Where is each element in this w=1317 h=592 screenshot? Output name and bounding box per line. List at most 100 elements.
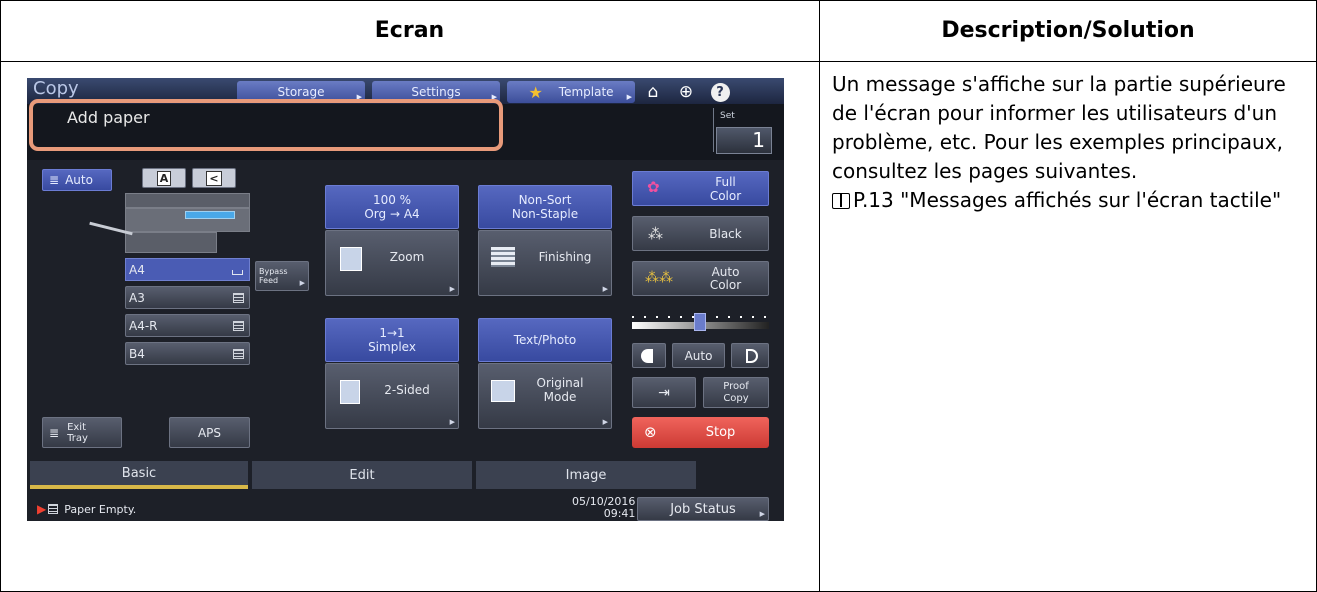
header-screen: Ecran — [374, 18, 445, 43]
paper-stack-icon: ≣ — [49, 173, 60, 187]
stop-icon: ⊗ — [644, 423, 657, 441]
set-count-display[interactable]: 1 — [716, 127, 772, 154]
stop-label: Stop — [705, 425, 736, 440]
exit-tray-icon: ≣ — [49, 425, 60, 440]
two-sided-label: 2-Sided — [384, 383, 430, 397]
full-color-label-1: Full — [715, 174, 736, 189]
interrupt-button[interactable]: ⇥ — [632, 377, 696, 408]
book-icon — [832, 193, 850, 209]
original-portrait-button[interactable]: A — [142, 168, 186, 188]
finishing-button[interactable]: Finishing ▶ — [478, 230, 612, 296]
copier-screen: Copy Storage ▶ Settings ▶ ★ Template ▶ ⌂ ⊕ ?… — [27, 78, 784, 521]
proof-copy-label-2: Copy — [723, 392, 749, 404]
set-label: Set — [720, 111, 735, 121]
tray-a4r[interactable]: A4-R — [125, 314, 250, 337]
finishing-icon — [491, 247, 515, 267]
play-icon: ▶ — [37, 502, 47, 516]
arrow-icon: ▶ — [602, 285, 608, 293]
density-darker-button[interactable] — [731, 343, 769, 368]
original-mode-icon — [491, 380, 515, 402]
two-sided-icon — [340, 380, 360, 404]
interrupt-icon: ⇥ — [658, 384, 670, 401]
description-cell: Un message s'affiche sur la partie supér… — [832, 70, 1302, 215]
app-title: Copy — [33, 78, 79, 99]
table-column-divider — [819, 0, 820, 592]
bypass-label-1: Bypass — [259, 267, 288, 276]
paper-list-icon — [48, 504, 59, 514]
original-mode-info-panel: Text/Photo — [478, 318, 612, 362]
black-button[interactable]: ⁂ Black — [632, 216, 769, 251]
status-message: ▶ Paper Empty. — [37, 502, 136, 516]
set-divider — [713, 108, 714, 152]
duplex-mode: 1→1 — [379, 326, 405, 340]
paper-drawer-icon — [233, 349, 244, 359]
density-lighter-button[interactable] — [632, 343, 666, 368]
paper-drawer-icon — [233, 321, 244, 331]
star-icon: ★ — [528, 82, 543, 102]
storage-label: Storage — [277, 85, 325, 99]
header-description: Description/Solution — [941, 18, 1195, 43]
zoom-icon — [340, 247, 362, 271]
machine-illustration — [89, 193, 250, 253]
finishing-info-panel: Non-Sort Non-Staple — [478, 185, 612, 229]
tray-a4[interactable]: A4 — [125, 258, 250, 281]
density-slider[interactable] — [632, 310, 769, 334]
globe-icon[interactable]: ⊕ — [674, 81, 698, 103]
bypass-label-2: Feed — [259, 276, 279, 285]
arrow-icon: ▶ — [449, 285, 455, 293]
template-label: Template — [558, 85, 614, 99]
full-color-icon: ✿ — [647, 178, 660, 196]
duplex-type: Simplex — [368, 340, 416, 354]
auto-color-label-1: Auto — [711, 264, 740, 279]
half-circle-left-icon — [641, 348, 653, 363]
time-text: 09:41 — [603, 507, 636, 520]
black-label: Black — [709, 226, 742, 241]
finishing-sort: Non-Sort — [518, 193, 572, 207]
paper-auto-button[interactable]: ≣ Auto — [42, 169, 112, 191]
density-auto-button[interactable]: Auto — [672, 343, 725, 368]
zoom-button[interactable]: Zoom ▶ — [325, 230, 459, 296]
tab-image[interactable]: Image — [476, 461, 696, 489]
home-icon[interactable]: ⌂ — [641, 81, 665, 103]
date-time: 05/10/2016 09:41 — [572, 496, 635, 520]
density-slider-handle[interactable] — [694, 313, 706, 331]
full-color-label-2: Color — [709, 188, 742, 203]
tray-a4r-label: A4-R — [129, 319, 158, 333]
stop-button[interactable]: ⊗ Stop — [632, 417, 769, 448]
zoom-label: Zoom — [389, 250, 425, 264]
tray-b4-label: B4 — [129, 347, 145, 361]
message-highlight-frame — [29, 99, 503, 151]
arrow-icon: ▶ — [759, 510, 765, 518]
zoom-percent: 100 % — [372, 193, 412, 207]
aps-button[interactable]: APS — [169, 417, 250, 448]
original-mode-button[interactable]: Original Mode ▶ — [478, 363, 612, 429]
exit-tray-button[interactable]: ≣ Exit Tray — [42, 417, 122, 448]
full-color-button[interactable]: ✿ Full Color — [632, 171, 769, 206]
help-icon[interactable]: ? — [708, 81, 732, 103]
auto-color-button[interactable]: ⁂⁂ Auto Color — [632, 261, 769, 296]
settings-label: Settings — [411, 85, 461, 99]
template-button[interactable]: ★ Template ▶ — [507, 81, 635, 103]
original-mode-label-1: Original — [536, 376, 584, 390]
paper-auto-label: Auto — [65, 173, 93, 187]
reference-link[interactable]: P.13 "Messages affichés sur l'écran tact… — [853, 188, 1281, 212]
tab-edit[interactable]: Edit — [252, 461, 472, 489]
paper-drawer-icon — [233, 293, 244, 303]
original-landscape-button[interactable]: < — [192, 168, 236, 188]
duplex-info-panel: 1→1 Simplex — [325, 318, 459, 362]
finishing-staple: Non-Staple — [511, 207, 579, 221]
zoom-paper: Org → A4 — [364, 207, 420, 221]
proof-copy-button[interactable]: Proof Copy — [703, 377, 769, 408]
tab-basic[interactable]: Basic — [30, 461, 248, 489]
two-sided-button[interactable]: 2-Sided ▶ — [325, 363, 459, 429]
arrow-icon: ▶ — [626, 93, 632, 101]
status-text: Paper Empty. — [64, 502, 137, 516]
tray-a3[interactable]: A3 — [125, 286, 250, 309]
arrow-icon: ▶ — [602, 418, 608, 426]
tray-b4[interactable]: B4 — [125, 342, 250, 365]
job-status-button[interactable]: Job Status ▶ — [637, 497, 769, 521]
auto-color-label-2: Color — [709, 277, 742, 292]
description-text: Un message s'affiche sur la partie supér… — [832, 72, 1286, 183]
job-status-label: Job Status — [670, 501, 736, 517]
bypass-feed-button[interactable]: Bypass Feed ▶ — [255, 261, 309, 291]
